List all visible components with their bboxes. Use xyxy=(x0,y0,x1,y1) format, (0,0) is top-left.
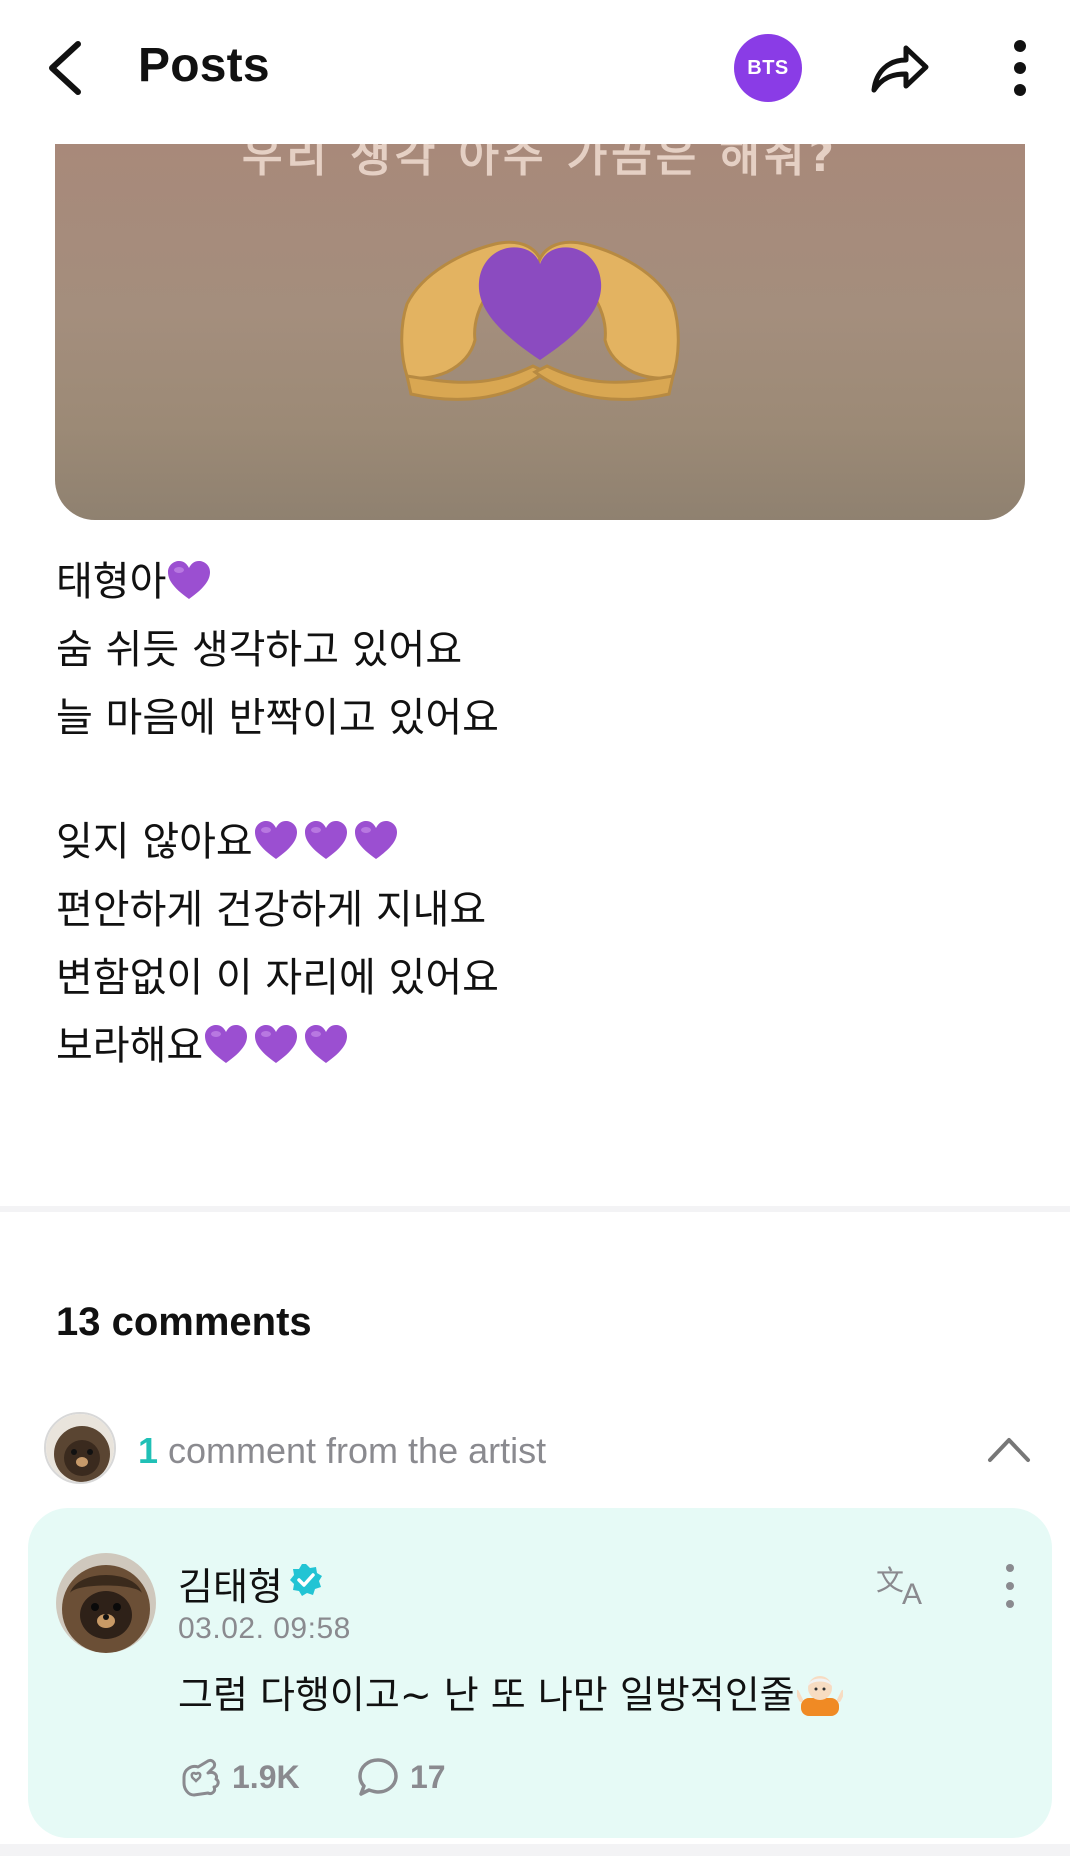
artist-comment-count: 1 xyxy=(138,1430,159,1471)
verified-badge-icon xyxy=(290,1564,322,1596)
speech-bubble-icon xyxy=(358,1758,398,1796)
artist-comment-label: comment from the artist xyxy=(168,1430,547,1471)
vertical-dots-icon xyxy=(1006,1564,1014,1608)
collapse-button[interactable] xyxy=(984,1428,1034,1468)
comment-more-button[interactable] xyxy=(1000,1562,1020,1610)
bottom-divider xyxy=(0,1844,1070,1856)
chevron-left-icon xyxy=(49,41,81,95)
community-badge[interactable]: BTS xyxy=(734,34,802,102)
reply-button[interactable]: 17 xyxy=(356,1752,446,1802)
purple-heart-icon xyxy=(305,1025,348,1063)
back-button[interactable] xyxy=(44,36,88,100)
section-divider xyxy=(0,1206,1070,1212)
share-button[interactable] xyxy=(866,34,932,100)
reply-count: 17 xyxy=(410,1758,446,1795)
hand-heart-illustration xyxy=(400,240,680,401)
page-title: Posts xyxy=(138,39,270,92)
chevron-up-icon xyxy=(988,1438,1030,1462)
share-arrow-icon xyxy=(871,45,929,93)
svg-text:A: A xyxy=(902,1578,922,1610)
artist-comment-card: 김태형 03.02. 09:58 文 A 그럼 다행이고~ 난 또 나만 일방적… xyxy=(28,1508,1052,1838)
artist-comments-toggle[interactable]: 1 comment from the artist xyxy=(44,1412,1034,1484)
like-button[interactable]: 1.9K xyxy=(178,1752,300,1802)
purple-heart-icon xyxy=(255,1025,298,1063)
post-body: 태형아 숨 쉬듯 생각하고 있어요 늘 마음에 반짝이고 있어요 잊지 않아요 … xyxy=(56,548,1016,1080)
purple-heart-icon xyxy=(254,821,297,859)
hand-heart-icon xyxy=(182,1759,220,1797)
comment-timestamp: 03.02. 09:58 xyxy=(178,1612,351,1645)
svg-text:文: 文 xyxy=(876,1564,904,1597)
comment-avatar[interactable] xyxy=(56,1553,156,1653)
post-image[interactable]: 우리 생각 아주 가끔은 해줘? xyxy=(55,144,1025,520)
purple-heart-icon xyxy=(168,561,211,599)
translate-button[interactable]: 文 A xyxy=(874,1560,934,1611)
purple-heart-icon xyxy=(354,821,397,859)
post-line: 변함없이 이 자리에 있어요 xyxy=(56,955,499,1001)
post-line: 잊지 않아요 xyxy=(56,808,1016,876)
more-options-button[interactable] xyxy=(1000,36,1040,100)
purple-heart-icon xyxy=(205,1025,248,1063)
top-bar: Posts BTS xyxy=(0,0,1070,140)
comment-author[interactable]: 김태형 xyxy=(178,1556,283,1611)
post-line: 보라해요 xyxy=(56,1012,1016,1080)
comments-count: 13 comments xyxy=(56,1300,312,1344)
translate-icon: 文 A xyxy=(876,1564,922,1611)
purple-heart-icon xyxy=(304,821,347,859)
post-line: 숨 쉬듯 생각하고 있어요 xyxy=(56,627,463,673)
shrug-emoji-icon xyxy=(796,1676,843,1716)
like-count: 1.9K xyxy=(232,1758,300,1795)
comment-text: 그럼 다행이고~ 난 또 나만 일방적인줄 xyxy=(178,1664,843,1719)
artist-avatar xyxy=(44,1412,116,1484)
vertical-dots-icon xyxy=(1014,40,1026,96)
post-line: 늘 마음에 반짝이고 있어요 xyxy=(56,695,499,741)
post-line: 편안하게 건강하게 지내요 xyxy=(56,887,487,933)
post-line: 태형아 xyxy=(56,548,1016,616)
